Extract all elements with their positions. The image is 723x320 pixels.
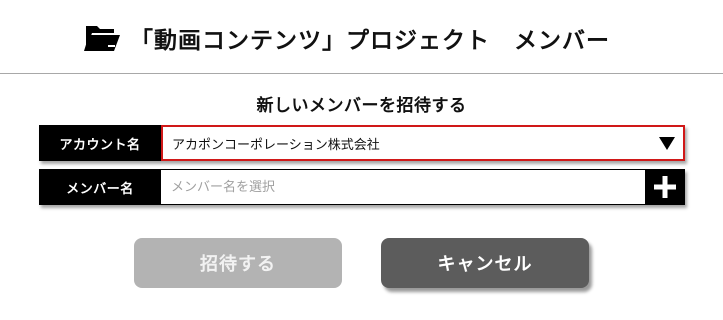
page-header: 「動画コンテンツ」プロジェクト メンバー: [0, 0, 723, 74]
member-label: メンバー名: [39, 169, 161, 205]
add-member-button[interactable]: [645, 169, 685, 205]
header-title-group: 「動画コンテンツ」プロジェクト メンバー: [84, 18, 610, 58]
plus-icon: [654, 176, 676, 198]
dropdown-triangle-icon[interactable]: [659, 137, 675, 150]
invite-button[interactable]: 招待する: [134, 238, 342, 288]
account-select[interactable]: アカポンコーポレーション株式会社: [161, 125, 685, 161]
account-row: アカウント名 アカポンコーポレーション株式会社: [39, 125, 685, 161]
account-label: アカウント名: [39, 125, 161, 161]
folder-open-icon: [84, 26, 120, 51]
member-name-input[interactable]: [161, 169, 645, 205]
invite-section-title: 新しいメンバーを招待する: [256, 96, 467, 116]
member-row: メンバー名: [39, 169, 685, 205]
account-select-value: アカポンコーポレーション株式会社: [172, 137, 380, 153]
invite-member-page: 「動画コンテンツ」プロジェクト メンバー 新しいメンバーを招待する アカウント名…: [0, 0, 723, 320]
page-title: 「動画コンテンツ」プロジェクト メンバー: [130, 28, 610, 54]
cancel-button[interactable]: キャンセル: [381, 238, 589, 288]
